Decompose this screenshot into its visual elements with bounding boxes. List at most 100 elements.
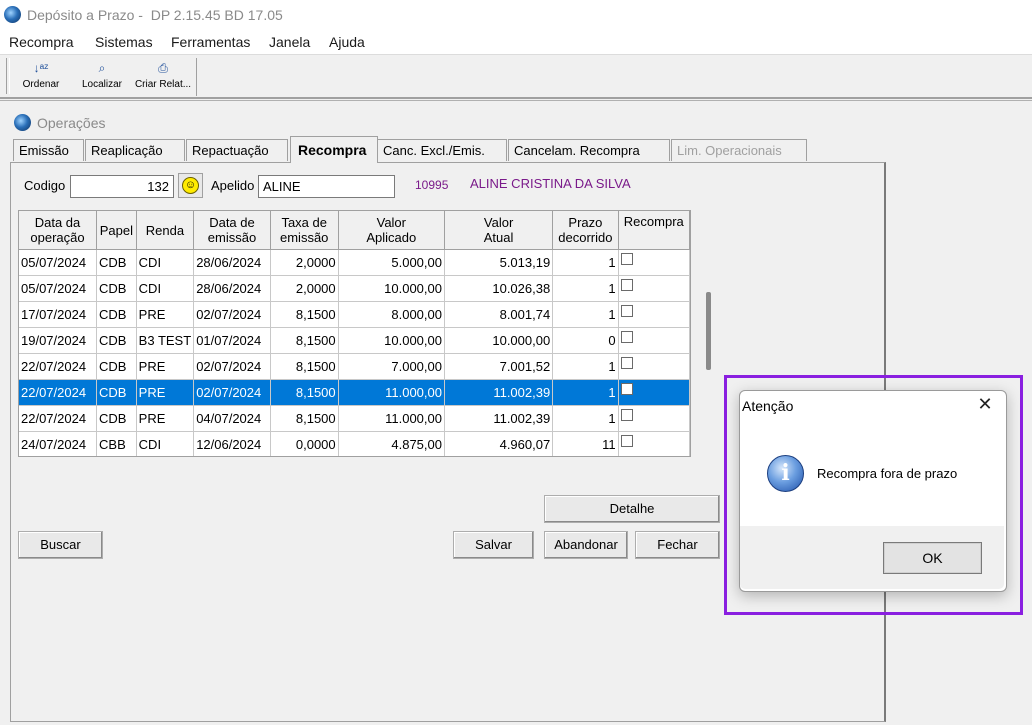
menu-janela[interactable]: Janela: [269, 34, 310, 50]
col-recompra[interactable]: Recompra: [618, 211, 690, 250]
menu-recompra[interactable]: Recompra: [9, 34, 74, 50]
recompra-cell: [618, 353, 690, 380]
close-icon[interactable]: ✕: [975, 394, 995, 414]
recompra-checkbox[interactable]: [620, 435, 633, 447]
sort-button[interactable]: ↓ᵃᶻ Ordenar: [18, 58, 64, 96]
table-cell: 1: [552, 353, 619, 380]
table-cell: 11: [552, 431, 619, 456]
info-icon: i: [767, 455, 804, 492]
table-cell: 7.000,00: [338, 353, 445, 380]
recompra-cell: [618, 405, 690, 432]
table-cell: 8,1500: [270, 379, 339, 406]
apelido-label: Apelido: [211, 178, 255, 193]
table-cell: 8,1500: [270, 353, 339, 380]
codigo-field[interactable]: 132: [70, 175, 174, 198]
table-cell: 11.002,39: [444, 405, 554, 432]
table-cell: 01/07/2024: [193, 327, 271, 354]
table-cell: CDB: [96, 249, 137, 276]
apelido-field[interactable]: ALINE: [258, 175, 395, 198]
client-lookup-button[interactable]: ☺: [178, 173, 203, 198]
codigo-label: Codigo: [24, 178, 66, 193]
dialog-title: Atenção: [742, 398, 794, 414]
table-cell: CDI: [136, 275, 195, 302]
table-cell: 02/07/2024: [193, 379, 271, 406]
table-cell: 19/07/2024: [19, 327, 98, 354]
fechar-button[interactable]: Fechar: [635, 531, 720, 559]
table-row[interactable]: 17/07/2024 CDB PRE 02/07/2024 8,1500 8.000,00…: [19, 301, 690, 328]
menu-ferramentas[interactable]: Ferramentas: [171, 34, 250, 50]
tab-cancelam-recompra[interactable]: Cancelam. Recompra: [508, 139, 670, 161]
recompra-checkbox[interactable]: [620, 357, 633, 369]
col-papel[interactable]: Papel: [96, 211, 137, 250]
app-logo-icon: [4, 6, 21, 23]
tab-repactuacao[interactable]: Repactuação: [186, 139, 288, 161]
recompra-cell: [618, 327, 690, 354]
menu-sistemas[interactable]: Sistemas: [95, 34, 153, 50]
table-cell: 05/07/2024: [19, 249, 98, 276]
col-valor-atual[interactable]: Valor Atual: [444, 211, 554, 250]
sort-az-icon: ↓ᵃᶻ: [33, 61, 49, 75]
menu-ajuda[interactable]: Ajuda: [329, 34, 365, 50]
table-cell: PRE: [136, 301, 195, 328]
buscar-button[interactable]: Buscar: [18, 531, 103, 559]
client-name: ALINE CRISTINA DA SILVA: [470, 176, 631, 191]
table-row[interactable]: 22/07/2024 CDB PRE 02/07/2024 8,1500 11.000,0…: [19, 379, 690, 406]
table-cell: CDB: [96, 327, 137, 354]
table-cell: PRE: [136, 379, 195, 406]
col-prazo-decorrido[interactable]: Prazo decorrido: [552, 211, 619, 250]
toolbar-grip[interactable]: [6, 58, 10, 94]
recompra-checkbox[interactable]: [620, 253, 633, 265]
table-cell: 05/07/2024: [19, 275, 98, 302]
table-row[interactable]: 22/07/2024 CDB PRE 04/07/2024 8,1500 11.000,0…: [19, 405, 690, 432]
operations-grid[interactable]: Data da operação Papel Renda Data de emiss…: [18, 210, 691, 457]
table-row[interactable]: 22/07/2024 CDB PRE 02/07/2024 8,1500 7.000,00…: [19, 353, 690, 380]
tab-emissao[interactable]: Emissão: [13, 139, 84, 161]
col-valor-aplicado[interactable]: Valor Aplicado: [338, 211, 445, 250]
col-renda[interactable]: Renda: [136, 211, 195, 250]
find-button[interactable]: ⌕ Localizar: [78, 58, 126, 96]
col-data-emissao[interactable]: Data de emissão: [193, 211, 271, 250]
table-cell: 0: [552, 327, 619, 354]
recompra-checkbox[interactable]: [620, 383, 633, 395]
table-cell: 2,0000: [270, 249, 339, 276]
table-row[interactable]: 05/07/2024 CDB CDI 28/06/2024 2,0000 5.000,00…: [19, 249, 690, 276]
col-taxa-emissao[interactable]: Taxa de emissão: [270, 211, 339, 250]
create-report-button[interactable]: ⎙ Criar Relat...: [133, 58, 193, 96]
table-cell: 1: [552, 301, 619, 328]
salvar-button[interactable]: Salvar: [453, 531, 534, 559]
table-cell: 1: [552, 405, 619, 432]
table-cell: CDB: [96, 275, 137, 302]
dialog-message: Recompra fora de prazo: [817, 466, 958, 481]
client-code: 10995: [415, 178, 449, 192]
table-cell: 0,0000: [270, 431, 339, 456]
table-cell: 04/07/2024: [193, 405, 271, 432]
recompra-checkbox[interactable]: [620, 279, 633, 291]
table-cell: PRE: [136, 353, 195, 380]
create-report-label: Criar Relat...: [134, 79, 192, 90]
col-data-operacao[interactable]: Data da operação: [19, 211, 98, 250]
recompra-cell: [618, 379, 690, 406]
tab-lim-operacionais: Lim. Operacionais: [671, 139, 807, 161]
table-cell: 8,1500: [270, 327, 339, 354]
table-row[interactable]: 24/07/2024 CBB CDI 12/06/2024 0,0000 4.875,00…: [19, 431, 690, 456]
tab-canc-excl-emis[interactable]: Canc. Excl./Emis.: [377, 139, 507, 161]
tab-reaplicacao[interactable]: Reaplicação: [85, 139, 185, 161]
recompra-checkbox[interactable]: [620, 331, 633, 343]
grid-scrollbar-thumb[interactable]: [706, 292, 711, 370]
table-cell: 8,1500: [270, 301, 339, 328]
table-cell: 28/06/2024: [193, 249, 271, 276]
table-row[interactable]: 19/07/2024 CDB B3 TEST 01/07/2024 8,1500 10.0…: [19, 327, 690, 354]
table-row[interactable]: 05/07/2024 CDB CDI 28/06/2024 2,0000 10.000,0…: [19, 275, 690, 302]
window-title: Depósito a Prazo - DP 2.15.45 BD 17.05: [27, 7, 283, 23]
printer-icon: ⎙: [158, 61, 168, 75]
table-cell: 24/07/2024: [19, 431, 98, 456]
recompra-checkbox[interactable]: [620, 305, 633, 317]
recompra-cell: [618, 275, 690, 302]
tab-recompra[interactable]: Recompra: [290, 136, 378, 163]
recompra-checkbox[interactable]: [620, 409, 633, 421]
table-cell: CDI: [136, 431, 195, 456]
table-cell: PRE: [136, 405, 195, 432]
detalhe-button[interactable]: Detalhe: [544, 495, 720, 523]
ok-button[interactable]: OK: [883, 542, 982, 574]
abandonar-button[interactable]: Abandonar: [544, 531, 628, 559]
